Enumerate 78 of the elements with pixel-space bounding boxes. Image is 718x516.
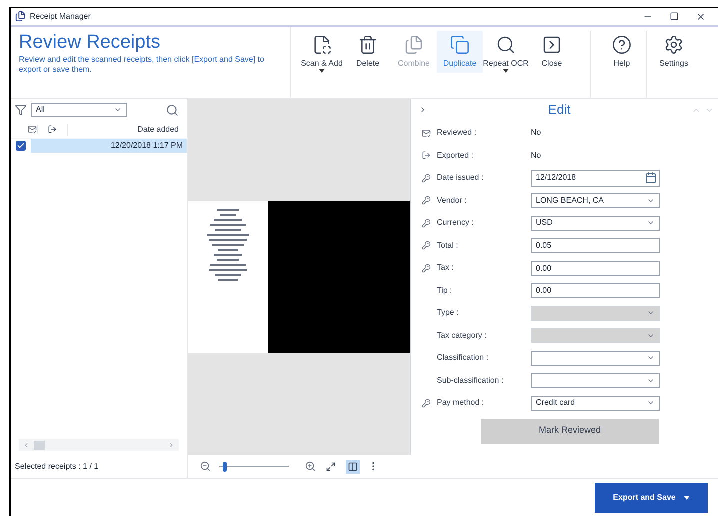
caret-icon: [503, 68, 509, 72]
field-label: Classification :: [437, 352, 490, 364]
status-text: Selected receipts : 1 / 1: [15, 460, 99, 472]
caret-icon: [114, 106, 122, 114]
export-and-save-button[interactable]: Export and Save: [595, 482, 708, 512]
toolbar-button[interactable]: Delete: [345, 31, 391, 73]
dropdown-field[interactable]: LONG BEACH, CA: [531, 193, 660, 208]
date-field[interactable]: 12/12/2018: [531, 170, 660, 187]
input-field[interactable]: 0.00: [531, 283, 660, 298]
trash-icon: [358, 35, 378, 55]
field-label: Total :: [437, 240, 460, 252]
toolbar-button[interactable]: Repeat OCR: [483, 31, 529, 73]
field-label: Reviewed :: [437, 127, 478, 140]
field-label: Type :: [437, 307, 460, 320]
key-icon: [422, 174, 430, 183]
window-title: Receipt Manager: [30, 10, 91, 22]
scan-document-icon: [312, 35, 332, 55]
maximize-icon[interactable]: [670, 12, 679, 21]
envelope-check-icon: [28, 125, 37, 134]
field-label: Date issued :: [437, 172, 485, 184]
zoom-out-icon[interactable]: [200, 461, 211, 472]
check-icon: [17, 142, 25, 150]
filter-icon[interactable]: [15, 104, 27, 116]
key-icon: [422, 398, 430, 408]
field-label: Sub-classification :: [437, 374, 505, 387]
app-logo-icon: [15, 11, 26, 22]
field-value: No: [531, 127, 542, 140]
field-label: Pay method :: [437, 397, 486, 410]
field-label: Tip :: [437, 284, 454, 297]
files-icon: [404, 35, 424, 55]
field-label: Currency :: [437, 217, 475, 230]
column-header[interactable]: Date added: [67, 124, 187, 136]
search-icon[interactable]: [166, 104, 179, 116]
slider-thumb[interactable]: [222, 462, 226, 472]
chevron-box-icon: [542, 35, 562, 55]
export-icon: [422, 151, 430, 160]
zoom-slider[interactable]: [219, 462, 289, 472]
envelope-check-icon: [422, 128, 430, 138]
close-icon[interactable]: [696, 12, 706, 22]
calendar-icon[interactable]: [645, 172, 657, 184]
dropdown-field[interactable]: Credit card: [531, 396, 660, 411]
toolbar-button[interactable]: Duplicate: [437, 31, 483, 73]
toolbar-button[interactable]: Scan & Add: [299, 31, 345, 73]
dropdown-field[interactable]: [531, 350, 660, 366]
scrollbar-thumb[interactable]: [34, 440, 45, 450]
dropdown-field[interactable]: [531, 373, 660, 388]
row-checkbox[interactable]: [16, 141, 26, 151]
field-value: No: [531, 150, 542, 162]
copy-icon: [450, 35, 470, 55]
input-field[interactable]: 0.00: [531, 260, 660, 276]
collapse-icon[interactable]: [419, 106, 427, 114]
export-icon: [48, 125, 57, 134]
page-subtitle: Review and edit the scanned receipts, then click [Export and Save] to export or save them.: [19, 55, 266, 75]
key-icon: [422, 218, 430, 228]
key-icon: [422, 264, 430, 273]
panel-title: Edit: [547, 101, 572, 120]
zoom-in-icon[interactable]: [305, 461, 316, 472]
field-label: Tax category :: [437, 330, 488, 342]
key-icon: [422, 196, 430, 206]
help-icon: [612, 35, 632, 55]
field-label: Vendor :: [437, 194, 468, 207]
page-title: Review Receipts: [19, 31, 162, 55]
toolbar-button[interactable]: Settings: [651, 31, 697, 73]
caret-icon: [684, 496, 690, 500]
field-label: Exported :: [437, 150, 474, 162]
dropdown-field[interactable]: USD: [531, 216, 660, 231]
caret-icon: [319, 68, 325, 72]
toolbar-button[interactable]: Close: [529, 31, 575, 73]
table-row[interactable]: 12/20/2018 1:17 PM: [31, 139, 187, 153]
filter-dropdown[interactable]: All: [31, 103, 127, 117]
field-label: Tax :: [437, 262, 455, 274]
spread-view-button[interactable]: [346, 460, 360, 474]
key-icon: [422, 241, 430, 250]
input-field[interactable]: 0.05: [531, 238, 660, 254]
mark-reviewed-button[interactable]: Mark Reviewed: [481, 418, 659, 444]
settings-icon: [664, 35, 684, 55]
search-icon: [496, 35, 516, 55]
toolbar-button[interactable]: Help: [599, 31, 645, 73]
